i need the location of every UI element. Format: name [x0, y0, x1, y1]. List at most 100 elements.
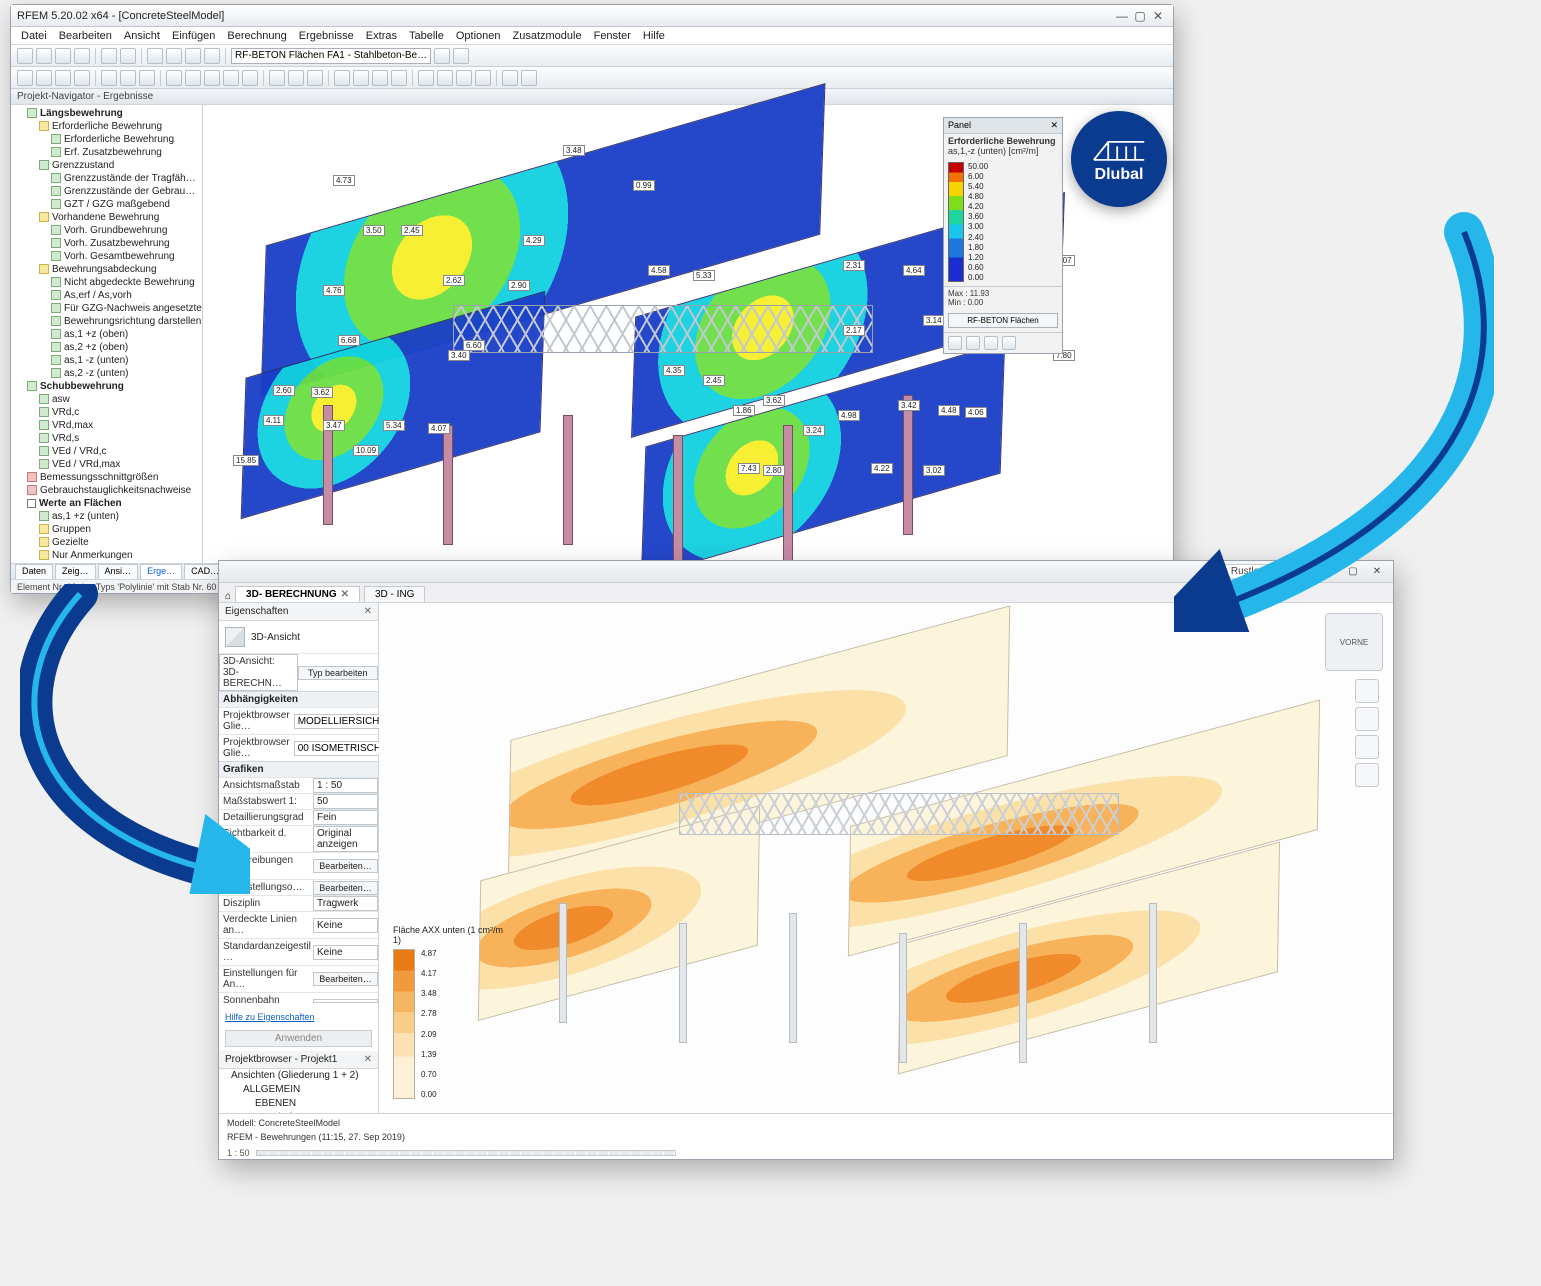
tree-item[interactable]: VEd / VRd,max	[52, 459, 120, 470]
model-viewport[interactable]: 4.73 3.48 0.99 3.50 2.45 4.29 4.76 2.62 …	[203, 105, 1173, 563]
tree-item[interactable]: Gezielte	[52, 537, 89, 548]
prev-icon[interactable]	[434, 48, 450, 64]
prop-value[interactable]: 1 : 50	[313, 778, 378, 793]
tree-group[interactable]: Bewehrungsabdeckung	[52, 264, 157, 275]
grid-icon[interactable]	[334, 70, 350, 86]
save-icon[interactable]	[55, 48, 71, 64]
tree-item[interactable]: GZT / GZG maßgebend	[64, 199, 170, 210]
menu-item[interactable]: Datei	[21, 30, 47, 42]
select-icon[interactable]	[418, 70, 434, 86]
nav-compass-icon[interactable]	[1355, 679, 1379, 703]
next-icon[interactable]	[453, 48, 469, 64]
tree-item[interactable]: VRd,s	[52, 433, 79, 444]
tree-item[interactable]: Vorh. Zusatzbewehrung	[64, 238, 170, 249]
tree-item[interactable]: Gebrauchstauglichkeitsnachweise	[40, 485, 191, 496]
pb-node[interactable]: Schnitt Name	[267, 1112, 327, 1113]
tree-item[interactable]: Gruppen	[52, 524, 91, 535]
prop-value[interactable]: Tragwerk	[313, 896, 378, 911]
close-button[interactable]: ✕	[1149, 9, 1167, 23]
prop-value[interactable]: Keine	[313, 945, 378, 960]
nav-wheel[interactable]	[1355, 679, 1379, 791]
user-pill[interactable]: 👤 RustlerW	[1207, 564, 1279, 579]
pb-node[interactable]: EBENEN	[255, 1098, 296, 1109]
scale-label[interactable]: 1 : 50	[227, 1148, 250, 1158]
info-icon[interactable]	[521, 70, 537, 86]
tree-item[interactable]: asw	[52, 394, 70, 405]
bim-viewport[interactable]: Fläche AXX unten (1 cm²/m 1) 4.87 4.17 3…	[379, 603, 1393, 1113]
minimize-button[interactable]: —	[1321, 566, 1337, 577]
copy-icon[interactable]	[456, 70, 472, 86]
apply-button[interactable]: Anwenden	[225, 1030, 372, 1047]
tree-group[interactable]: Grenzzustand	[52, 160, 114, 171]
tree-item[interactable]: as,1 +z (oben)	[64, 329, 128, 340]
tree-item[interactable]: Grenzzustände der Tragfäh…	[64, 173, 196, 184]
support-icon[interactable]	[101, 70, 117, 86]
paste-icon[interactable]	[475, 70, 491, 86]
pb-node[interactable]: ALLGEMEIN	[243, 1084, 300, 1095]
tree-item[interactable]: as,2 +z (oben)	[64, 342, 128, 353]
solid-icon[interactable]	[74, 70, 90, 86]
legend-search-icon[interactable]	[1002, 336, 1016, 350]
maximize-button[interactable]: ▢	[1131, 9, 1149, 23]
member-icon[interactable]	[36, 70, 52, 86]
doc-tab[interactable]: 3D - ING	[364, 586, 425, 602]
print-icon[interactable]	[74, 48, 90, 64]
navigator-tree[interactable]: Längsbewehrung Erforderliche Bewehrung E…	[11, 105, 203, 563]
tree-item[interactable]: Bewehrungsrichtung darstellen	[64, 316, 201, 327]
tree-item[interactable]: VRd,max	[52, 420, 93, 431]
prop-edit-button[interactable]: Bearbeiten…	[313, 881, 378, 895]
bottom-titlebar[interactable]: 👤 RustlerW 🛒 ? — ▢ ✕	[219, 561, 1393, 583]
tree-root[interactable]: Längsbewehrung	[40, 108, 123, 119]
isolines-icon[interactable]	[204, 70, 220, 86]
load-icon[interactable]	[120, 70, 136, 86]
surface-icon[interactable]	[55, 70, 71, 86]
legend-edit-icon[interactable]	[948, 336, 962, 350]
tree-item[interactable]: Bemessungsschnittgrößen	[40, 472, 158, 483]
tree-item[interactable]: Nur Anmerkungen	[52, 550, 133, 561]
legend-settings-icon[interactable]	[984, 336, 998, 350]
nav-tab[interactable]: Zeig…	[55, 564, 96, 579]
tree-item[interactable]: as,2 -z (unten)	[64, 368, 128, 379]
zoom-icon[interactable]	[166, 48, 182, 64]
project-browser[interactable]: Projektbrowser - Projekt1 ✕ Ansichten (G…	[219, 1051, 379, 1113]
home-icon[interactable]: ⌂	[225, 591, 231, 602]
menu-item[interactable]: Berechnung	[227, 30, 286, 42]
tree-item[interactable]: VRd,c	[52, 407, 79, 418]
rotate-icon[interactable]	[204, 48, 220, 64]
tree-group[interactable]: Werte an Flächen	[39, 498, 122, 509]
render-icon[interactable]	[269, 70, 285, 86]
prop-value[interactable]: Original anzeigen	[313, 826, 378, 852]
properties-help-link[interactable]: Hilfe zu Eigenschaften	[219, 1008, 378, 1026]
menu-item[interactable]: Optionen	[456, 30, 501, 42]
wire-icon[interactable]	[288, 70, 304, 86]
pb-node[interactable]: Ansichten (Gliederung 1 + 2)	[231, 1070, 359, 1081]
nav-zoom-icon[interactable]	[1355, 735, 1379, 759]
results-icon[interactable]	[166, 70, 182, 86]
prop-value[interactable]	[313, 999, 378, 1003]
calc-icon[interactable]	[139, 70, 155, 86]
tree-item[interactable]: as,1 -z (unten)	[64, 355, 128, 366]
snap-icon[interactable]	[353, 70, 369, 86]
undo-icon[interactable]	[101, 48, 117, 64]
legend-module-button[interactable]: RF-BETON Flächen	[948, 313, 1058, 328]
nav-tab[interactable]: Ansi…	[98, 564, 139, 579]
tree-item[interactable]: Vorh. Gesamtbewehrung	[64, 251, 175, 262]
open-icon[interactable]	[36, 48, 52, 64]
prop-value[interactable]: Keine	[313, 918, 378, 933]
doc-tab[interactable]: 3D- BERECHNUNG✕	[235, 586, 360, 602]
tree-group[interactable]: Vorhandene Bewehrung	[52, 212, 159, 223]
redo-icon[interactable]	[120, 48, 136, 64]
legend-smooth-icon[interactable]	[966, 336, 980, 350]
tree-item[interactable]: Grenzzustände der Gebrau…	[64, 186, 195, 197]
type-selector[interactable]: 3D-Ansicht: 3D- BERECHN…	[219, 654, 298, 691]
tree-item[interactable]: as,1 +z (unten)	[52, 511, 119, 522]
menu-item[interactable]: Ergebnisse	[299, 30, 354, 42]
menu-item[interactable]: Hilfe	[643, 30, 665, 42]
menu-item[interactable]: Einfügen	[172, 30, 215, 42]
tree-item[interactable]: Erforderliche Bewehrung	[64, 134, 174, 145]
prop-value[interactable]: Fein	[313, 810, 378, 825]
type-edit-button[interactable]: Typ bearbeiten	[298, 666, 379, 680]
help-icon[interactable]: ?	[1307, 566, 1313, 577]
tree-item[interactable]: Vorh. Grundbewehrung	[64, 225, 167, 236]
shade-icon[interactable]	[307, 70, 323, 86]
